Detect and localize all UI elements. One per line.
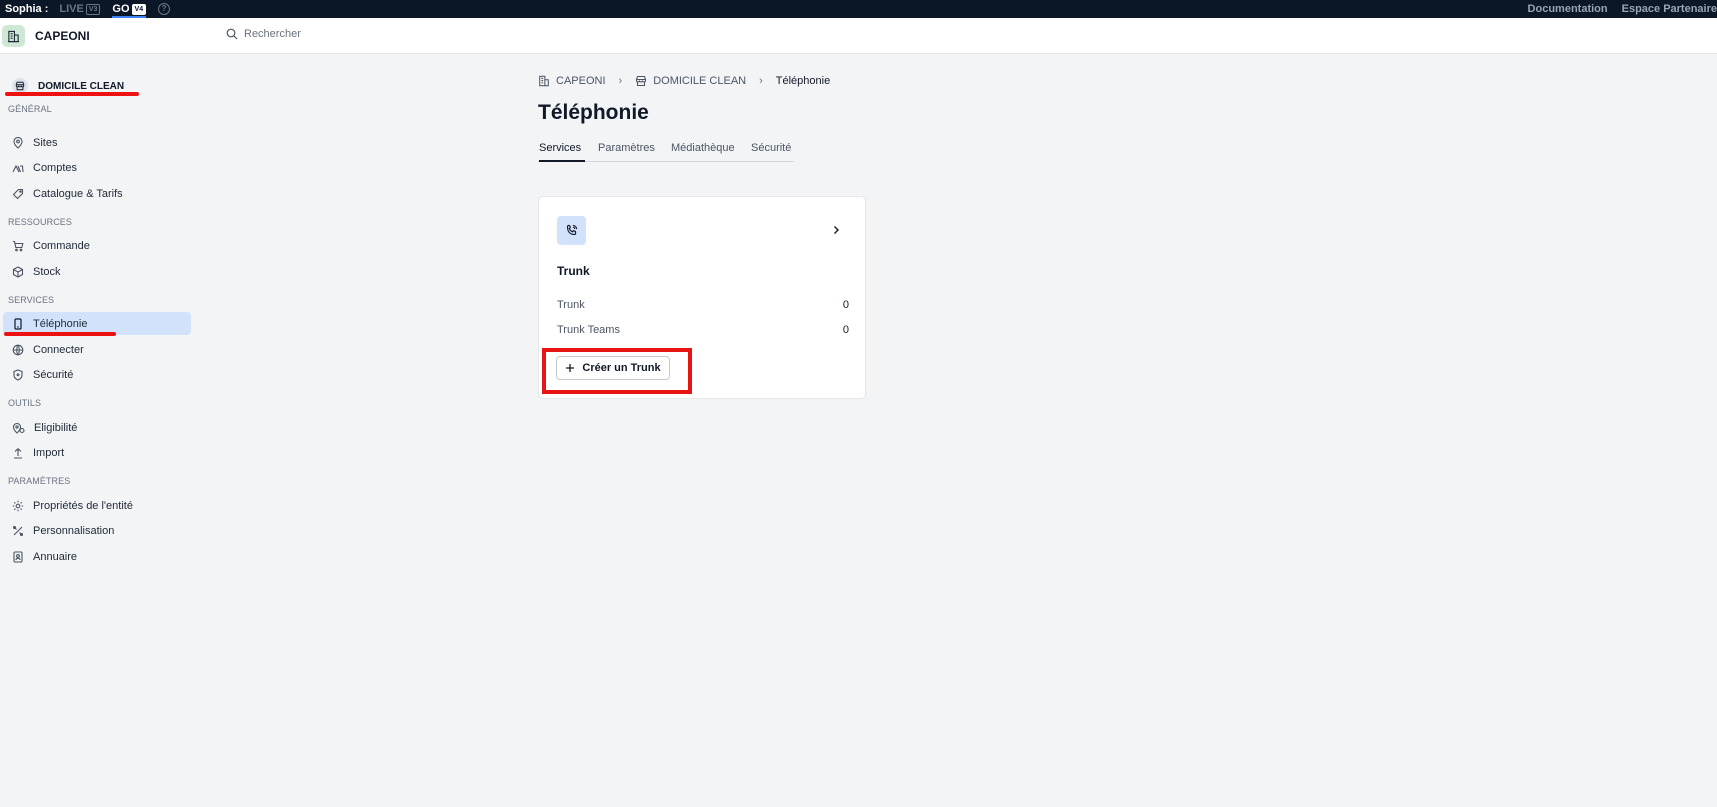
sidebar-item-sites[interactable]: Sites: [3, 131, 191, 154]
tab-mediatheque[interactable]: Médiathèque: [671, 142, 735, 162]
sidebar-item-commande[interactable]: Commande: [3, 234, 191, 257]
brand[interactable]: CAPEONI: [2, 25, 90, 47]
page-title: Téléphonie: [538, 101, 649, 124]
button-label: Créer un Trunk: [582, 362, 661, 374]
sidebar-item-label: Import: [33, 446, 65, 459]
chevron-right-icon[interactable]: [831, 222, 841, 240]
env-live-link[interactable]: LIVE V3: [59, 0, 101, 18]
version-badge: V3: [85, 3, 101, 15]
sidebar-item-import[interactable]: Import: [3, 441, 191, 464]
annotation-underline: [5, 92, 139, 96]
sidebar-item-proprietes[interactable]: Propriétés de l'entité: [3, 494, 191, 517]
section-services: SERVICES: [8, 295, 55, 305]
stat-label: Trunk: [557, 299, 585, 311]
search-icon: [226, 28, 238, 40]
sidebar-item-label: Connecter: [33, 343, 84, 356]
env-go-link[interactable]: GO V4: [112, 0, 147, 18]
sidebar-item-comptes[interactable]: Comptes: [3, 156, 191, 179]
tab-securite[interactable]: Sécurité: [751, 142, 791, 162]
help-icon[interactable]: ?: [158, 3, 171, 15]
cart-icon: [13, 240, 24, 251]
chevron-right-icon: ›: [618, 75, 623, 87]
user-label: Sophia :: [5, 3, 49, 15]
entity-name: DOMICILE CLEAN: [38, 80, 125, 92]
card-title: Trunk: [557, 264, 590, 278]
version-badge: V4: [131, 3, 147, 15]
sidebar-item-connecter[interactable]: Connecter: [3, 338, 191, 361]
sidebar-item-stock[interactable]: Stock: [3, 260, 191, 283]
breadcrumb-root[interactable]: CAPEONI: [538, 75, 606, 87]
documentation-link[interactable]: Documentation: [1528, 3, 1608, 15]
sidebar-item-annuaire[interactable]: Annuaire: [3, 545, 191, 568]
annotation-underline: [4, 332, 116, 336]
sidebar-item-label: Eligibilité: [34, 421, 78, 434]
app-header: CAPEONI: [0, 18, 1717, 54]
sidebar-item-securite[interactable]: Sécurité: [3, 363, 191, 386]
upload-icon: [14, 447, 22, 459]
tab-bar: Services Paramètres Médiathèque Sécurité: [538, 142, 794, 162]
sidebar-item-label: Stock: [33, 265, 61, 278]
building-icon: [2, 25, 25, 47]
section-ressources: RESSOURCES: [8, 217, 73, 227]
tools-icon: [12, 525, 24, 536]
sidebar-item-label: Comptes: [33, 161, 78, 174]
sidebar-item-label: Sécurité: [33, 368, 74, 381]
breadcrumb-current: Téléphonie: [775, 75, 831, 87]
store-icon: [636, 75, 647, 87]
tab-services[interactable]: Services: [539, 142, 585, 162]
stat-label: Trunk Teams: [557, 324, 620, 336]
sidebar-item-personnalisation[interactable]: Personnalisation: [3, 519, 191, 542]
create-trunk-button[interactable]: Créer un Trunk: [556, 356, 670, 380]
chevron-right-icon: ›: [759, 75, 763, 87]
sidebar-item-label: Sites: [33, 136, 58, 149]
stat-row: Trunk 0: [557, 299, 849, 311]
location-check-icon: [12, 422, 25, 434]
sidebar: DOMICILE CLEAN GÉNÉRAL Sites Comptes Cat…: [0, 55, 195, 807]
section-parametres: PARAMÈTRES: [8, 476, 71, 486]
map-pin-icon: [13, 136, 23, 149]
search-input[interactable]: [244, 28, 444, 40]
stat-value: 0: [842, 324, 849, 336]
sidebar-item-label: Catalogue & Tarifs: [33, 187, 123, 200]
gear-icon: [12, 500, 24, 511]
sidebar-item-label: Téléphonie: [33, 317, 88, 330]
tab-parametres[interactable]: Paramètres: [598, 142, 655, 162]
phone-icon: [14, 317, 22, 330]
section-general: GÉNÉRAL: [8, 104, 52, 114]
users-icon: [12, 164, 24, 172]
sidebar-item-catalogue[interactable]: Catalogue & Tarifs: [3, 182, 191, 205]
section-outils: OUTILS: [8, 398, 42, 408]
tag-icon: [12, 188, 24, 199]
sidebar-item-label: Commande: [33, 239, 90, 252]
search-bar[interactable]: [226, 28, 444, 40]
brand-name: CAPEONI: [35, 29, 90, 43]
plus-icon: [566, 364, 575, 372]
breadcrumb: CAPEONI › DOMICILE CLEAN › Téléphonie: [538, 75, 830, 87]
building-icon: [539, 75, 549, 87]
shield-icon: [13, 368, 23, 381]
sidebar-item-eligibilite[interactable]: Eligibilité: [3, 416, 191, 439]
stat-value: 0: [842, 299, 849, 311]
sidebar-item-label: Propriétés de l'entité: [33, 499, 133, 512]
sidebar-item-label: Personnalisation: [33, 524, 115, 537]
globe-icon: [12, 344, 24, 355]
phone-call-icon: [557, 216, 586, 245]
sidebar-item-label: Annuaire: [33, 550, 78, 563]
stat-row: Trunk Teams 0: [557, 324, 849, 336]
environment-bar: Sophia : LIVE V3 GO V4 ? Documentation E…: [0, 0, 1717, 18]
contact-book-icon: [13, 550, 23, 563]
box-icon: [12, 265, 24, 278]
breadcrumb-entity[interactable]: DOMICILE CLEAN: [635, 75, 746, 87]
partner-space-link[interactable]: Espace Partenaire: [1622, 3, 1717, 15]
